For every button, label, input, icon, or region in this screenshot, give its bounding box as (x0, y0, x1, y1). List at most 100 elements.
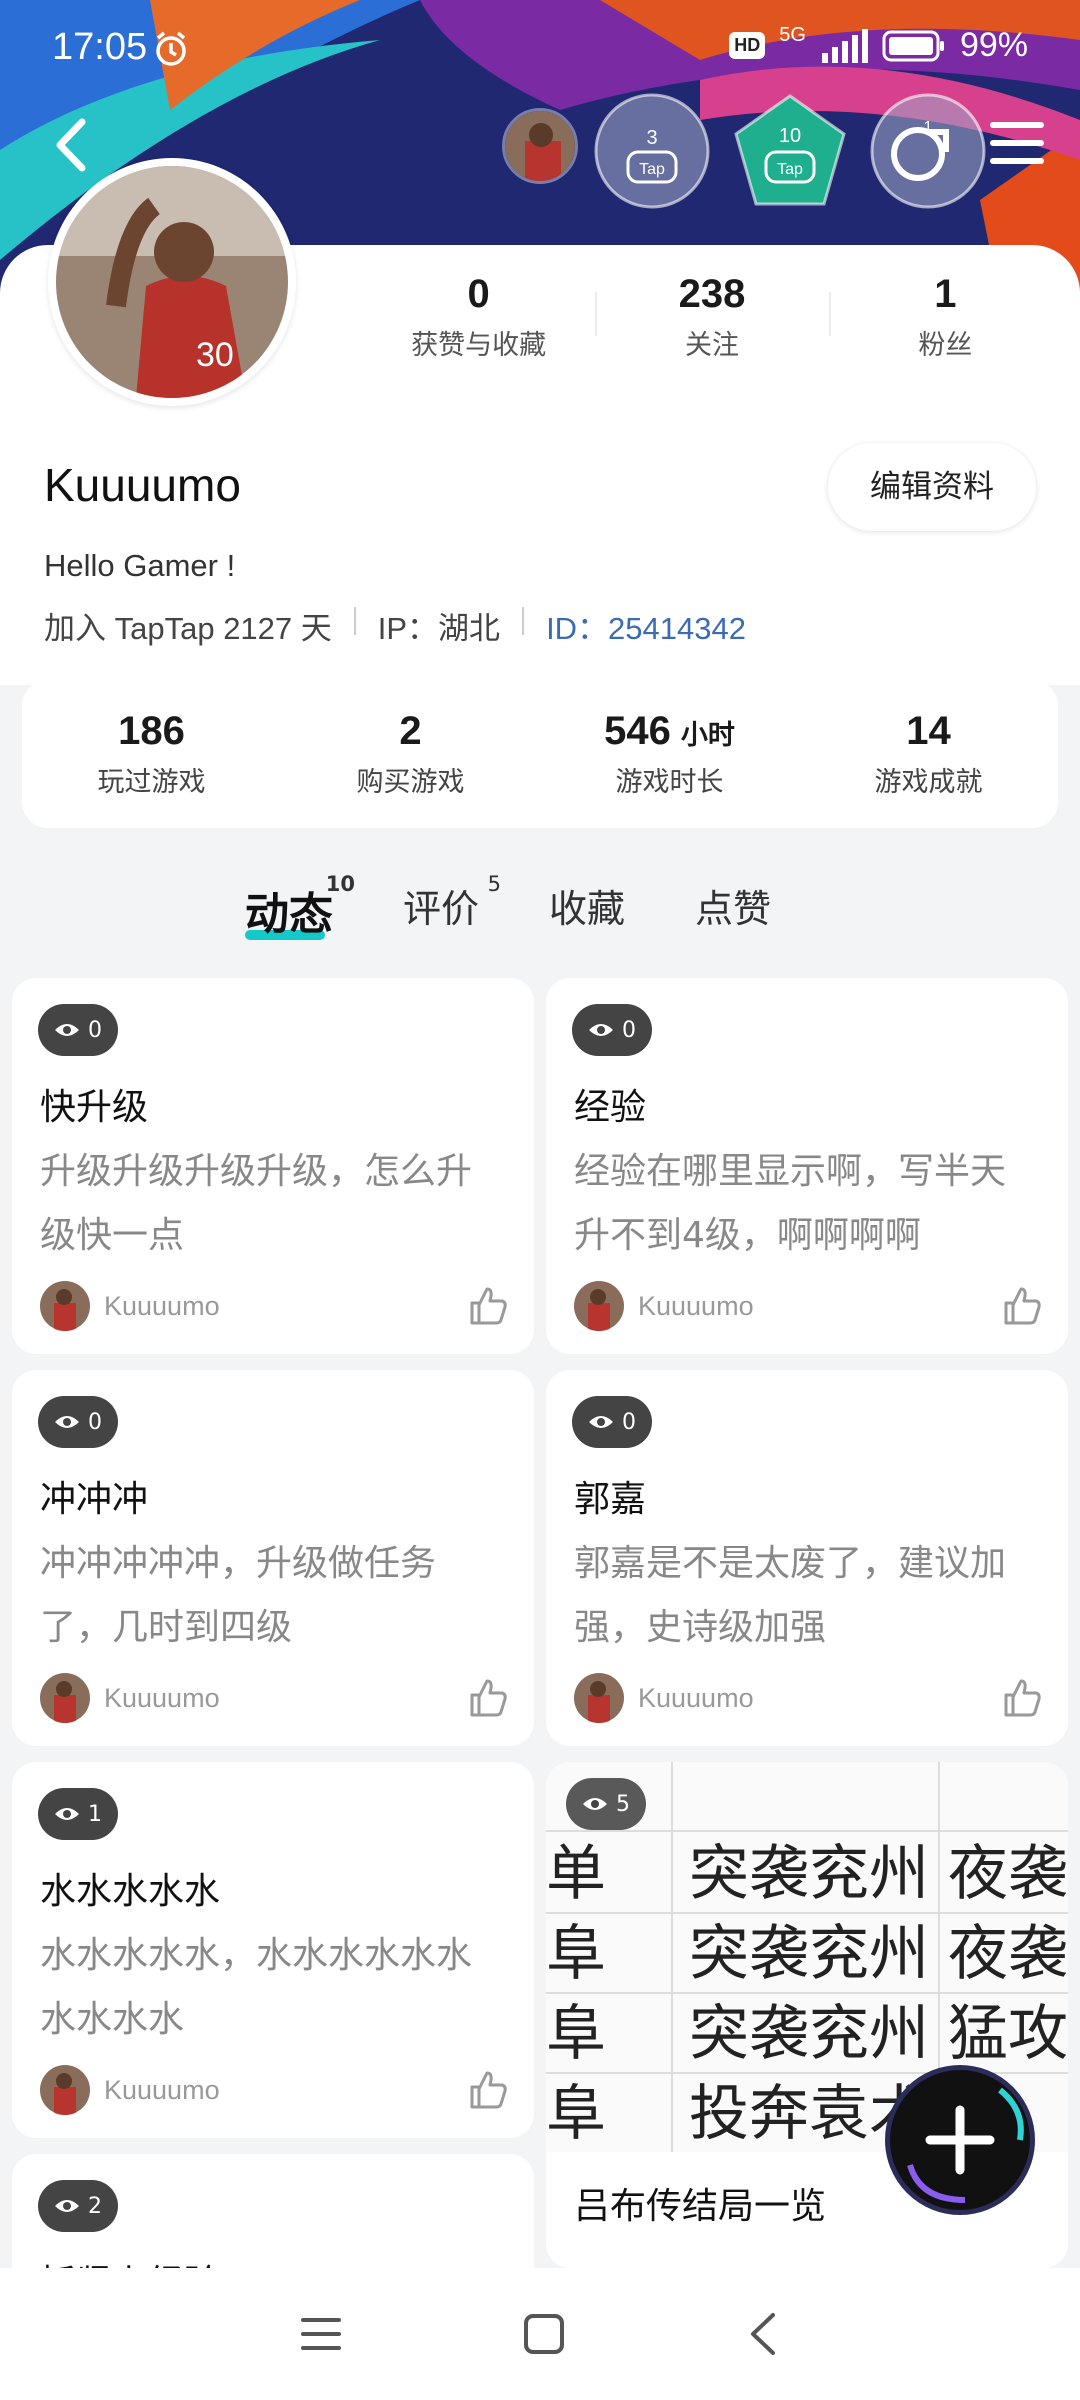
post-body: 冲冲冲冲冲，升级做任务了，几时到四级 (40, 1543, 437, 1648)
svg-text:Tap: Tap (777, 161, 803, 178)
eye-icon (589, 1416, 613, 1428)
svg-text:30: 30 (196, 336, 234, 374)
author-avatar[interactable] (40, 1673, 90, 1723)
signal-icon (821, 28, 868, 63)
post-card[interactable]: 0 经验 经验在哪里显示啊，写半天升不到4级，啊啊啊啊 Kuuuumo (546, 978, 1068, 1354)
achievement-badge-10[interactable]: 10 Tap (730, 92, 850, 210)
post-body: 水水水水水，水水水水水水水水水水 (40, 1935, 473, 2040)
mini-avatar[interactable] (502, 108, 578, 184)
stat-playtime[interactable]: 546 小时 游戏时长 (540, 709, 799, 799)
stat-achievements[interactable]: 14 游戏成就 (799, 709, 1058, 799)
profile-meta: 加入 TapTap 2127 天 IP：湖北 ID：25414342 (44, 603, 746, 648)
post-footer: Kuuuumo (40, 1672, 510, 1724)
author-name[interactable]: Kuuuumo (638, 1683, 754, 1714)
view-count: 2 (38, 2180, 118, 2232)
author-avatar[interactable] (574, 1281, 624, 1331)
post-footer: Kuuuumo (574, 1672, 1044, 1724)
badge-icon: 3 Tap (594, 93, 710, 209)
svg-text:Tap: Tap (639, 161, 665, 178)
eye-icon (583, 1798, 607, 1810)
post-title: 水水水水水 (40, 1871, 221, 1912)
game-stats: 186 玩过游戏 2 购买游戏 546 小时 游戏时长 14 游戏成就 (22, 680, 1058, 828)
post-title: 郭嘉 (574, 1479, 647, 1520)
system-nav-bar (0, 2268, 1080, 2400)
following-count[interactable]: 238 关注 (595, 272, 828, 362)
user-id[interactable]: ID：25414342 (546, 603, 746, 648)
badge-icon: 10 Tap (734, 94, 846, 206)
content-tabs: 动态 10 评价 5 收藏 点赞 (245, 872, 841, 942)
author-name[interactable]: Kuuuumo (104, 1291, 220, 1322)
author-avatar[interactable] (40, 2065, 90, 2115)
view-count: 0 (572, 1396, 652, 1448)
eye-icon (589, 1024, 613, 1036)
post-footer: Kuuuumo (40, 1280, 510, 1332)
tab-activity[interactable]: 动态 10 (245, 872, 355, 942)
badge-number: 3 (646, 127, 657, 149)
eye-icon (55, 1024, 79, 1036)
view-count: 0 (572, 1004, 652, 1056)
profile-counts: 0 获赞与收藏 238 关注 1 粉丝 (362, 272, 1062, 362)
view-count: 5 (566, 1778, 646, 1830)
badge-number: 10 (779, 125, 801, 147)
thumbs-up-icon[interactable] (1002, 1285, 1044, 1327)
badge-icon: 1 (870, 93, 986, 209)
eye-icon (55, 1416, 79, 1428)
view-count: 0 (38, 1004, 118, 1056)
post-footer: Kuuuumo (40, 2064, 510, 2116)
achievement-badge-3[interactable]: 3 Tap (592, 92, 712, 210)
eye-icon (55, 1808, 79, 1820)
author-name[interactable]: Kuuuumo (104, 1683, 220, 1714)
hd-badge: HD (729, 32, 766, 59)
post-card[interactable]: 1 水水水水水 水水水水水，水水水水水水水水水水 Kuuuumo (12, 1762, 534, 2138)
ip-location: IP：湖北 (377, 611, 501, 646)
likes-count[interactable]: 0 获赞与收藏 (362, 272, 595, 362)
post-title: 冲冲冲 (40, 1479, 149, 1520)
battery-icon (882, 30, 944, 61)
post-card[interactable]: 0 郭嘉 郭嘉是不是太废了，建议加强，史诗级加强 Kuuuumo (546, 1370, 1068, 1746)
battery-percent: 99% (959, 26, 1028, 64)
post-footer: Kuuuumo (574, 1280, 1044, 1332)
back-nav-icon[interactable] (745, 2311, 781, 2357)
tab-likes[interactable]: 点赞 (695, 878, 771, 933)
post-card[interactable]: 0 快升级 升级升级升级升级，怎么升级快一点 Kuuuumo (12, 978, 534, 1354)
alarm-icon (156, 31, 186, 66)
thumbs-up-icon[interactable] (468, 1677, 510, 1719)
stat-played[interactable]: 186 玩过游戏 (22, 709, 281, 799)
bio: Hello Gamer ! (44, 548, 236, 583)
home-icon[interactable] (523, 2313, 565, 2355)
status-bar: 17:05 HD 5G 99% (0, 0, 1080, 98)
network-label: 5G (779, 24, 806, 46)
create-post-button[interactable] (885, 2065, 1035, 2215)
post-body: 郭嘉是不是太废了，建议加强，史诗级加强 (574, 1543, 1007, 1648)
menu-button[interactable] (990, 122, 1044, 172)
post-title: 吕布传结局一览 (574, 2186, 827, 2227)
avatar[interactable]: 30 (48, 158, 296, 406)
tab-favorites[interactable]: 收藏 (549, 878, 625, 933)
join-info: 加入 TapTap 2127 天 (44, 611, 332, 646)
post-body: 经验在哪里显示啊，写半天升不到4级，啊啊啊啊 (574, 1151, 1007, 1256)
edit-profile-button[interactable]: 编辑资料 (828, 443, 1036, 531)
tab-reviews[interactable]: 评价 5 (403, 872, 501, 933)
achievement-badge-1[interactable]: 1 (868, 92, 988, 210)
username: Kuuuumo (44, 459, 241, 511)
post-card[interactable]: 0 冲冲冲 冲冲冲冲冲，升级做任务了，几时到四级 Kuuuumo (12, 1370, 534, 1746)
eye-icon (55, 2200, 79, 2212)
thumbs-up-icon[interactable] (1002, 1677, 1044, 1719)
post-title: 经验 (574, 1087, 647, 1128)
plus-icon (907, 2087, 1024, 2203)
author-name[interactable]: Kuuuumo (104, 2075, 220, 2106)
post-title: 快升级 (40, 1087, 149, 1128)
author-avatar[interactable] (40, 1281, 90, 1331)
stat-purchased[interactable]: 2 购买游戏 (281, 709, 540, 799)
post-body: 升级升级升级升级，怎么升级快一点 (40, 1151, 473, 1256)
avatar-image: 30 (56, 166, 288, 398)
back-button[interactable] (42, 110, 102, 180)
view-count: 0 (38, 1396, 118, 1448)
thumbs-up-icon[interactable] (468, 2069, 510, 2111)
author-name[interactable]: Kuuuumo (638, 1291, 754, 1322)
view-count: 1 (38, 1788, 118, 1840)
thumbs-up-icon[interactable] (468, 1285, 510, 1327)
author-avatar[interactable] (574, 1673, 624, 1723)
followers-count[interactable]: 1 粉丝 (828, 272, 1062, 362)
recent-apps-icon[interactable] (299, 2314, 343, 2354)
